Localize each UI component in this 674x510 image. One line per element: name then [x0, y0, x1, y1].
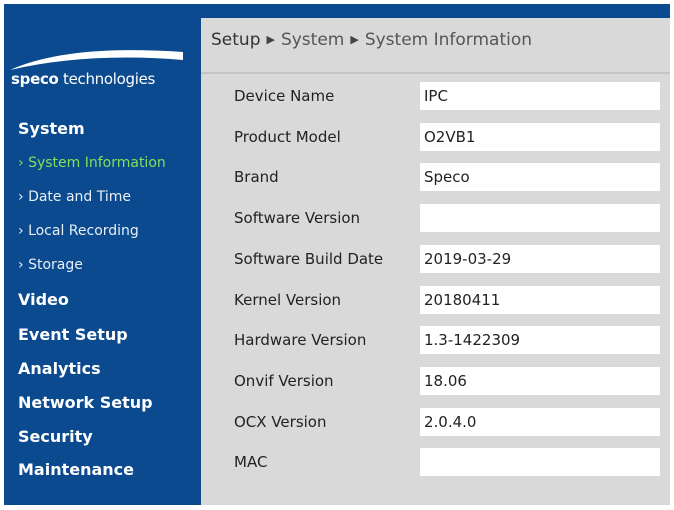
logo-swoosh-icon: [10, 50, 183, 70]
breadcrumb-system[interactable]: System: [281, 30, 344, 50]
field-row: MAC: [201, 448, 670, 477]
nav-date-and-time[interactable]: › Date and Time: [18, 189, 131, 205]
field-row: Product Model O2VB1: [201, 122, 670, 151]
nav-video[interactable]: Video: [18, 290, 69, 309]
field-row: Onvif Version 18.06: [201, 366, 670, 395]
nav-system[interactable]: System: [18, 119, 85, 138]
field-row: Kernel Version 20180411: [201, 285, 670, 314]
nav-local-recording[interactable]: › Local Recording: [18, 223, 139, 239]
breadcrumb: Setup ▶ System ▶ System Information: [211, 30, 532, 50]
field-row: Software Build Date 2019-03-29: [201, 244, 670, 273]
divider: [201, 72, 670, 74]
content-panel: Setup ▶ System ▶ System Information Device N…: [201, 18, 670, 505]
logo-brand-rest: technologies: [58, 70, 156, 88]
hardware-version-field[interactable]: 1.3-1422309: [420, 326, 660, 355]
nav-analytics[interactable]: Analytics: [18, 359, 101, 378]
brand-label: Brand: [234, 168, 279, 187]
nav-storage[interactable]: › Storage: [18, 257, 83, 273]
field-row: Brand Speco: [201, 163, 670, 192]
breadcrumb-arrow-icon: ▶: [266, 33, 275, 46]
nav-label: Storage: [28, 257, 83, 273]
nav-maintenance[interactable]: Maintenance: [18, 460, 134, 479]
field-row: Hardware Version 1.3-1422309: [201, 326, 670, 355]
logo-brand-bold: speco: [11, 70, 59, 88]
top-bar: [4, 4, 670, 18]
breadcrumb-setup[interactable]: Setup: [211, 30, 260, 50]
speco-logo: speco technologies: [8, 38, 188, 98]
product-model-label: Product Model: [234, 127, 341, 146]
mac-field[interactable]: [420, 448, 660, 477]
hardware-version-label: Hardware Version: [234, 331, 367, 350]
nav-label: Date and Time: [28, 189, 132, 205]
sidebar: speco technologies System › System Infor…: [4, 18, 201, 505]
onvif-version-field[interactable]: 18.06: [420, 366, 660, 395]
breadcrumb-arrow-icon: ▶: [350, 33, 359, 46]
ocx-version-label: OCX Version: [234, 412, 327, 431]
brand-field[interactable]: Speco: [420, 163, 660, 192]
device-name-field[interactable]: IPC: [420, 82, 660, 110]
field-row: OCX Version 2.0.4.0: [201, 407, 670, 436]
nav-security[interactable]: Security: [18, 427, 93, 446]
software-build-date-label: Software Build Date: [234, 249, 384, 268]
nav-label: Local Recording: [28, 223, 139, 239]
ocx-version-field[interactable]: 2.0.4.0: [420, 407, 660, 436]
breadcrumb-system-information: System Information: [364, 30, 533, 50]
nav-label: System Information: [28, 155, 166, 171]
product-model-field[interactable]: O2VB1: [420, 122, 660, 151]
nav-system-information[interactable]: › System Information: [18, 155, 166, 171]
nav-event-setup[interactable]: Event Setup: [18, 325, 128, 344]
field-row: Software Version: [201, 204, 670, 233]
nav-network-setup[interactable]: Network Setup: [18, 393, 153, 412]
mac-label: MAC: [234, 453, 268, 472]
onvif-version-label: Onvif Version: [234, 371, 334, 390]
field-row: Device Name IPC: [201, 82, 670, 110]
kernel-version-label: Kernel Version: [234, 290, 342, 309]
software-build-date-field[interactable]: 2019-03-29: [420, 244, 660, 273]
software-version-label: Software Version: [234, 209, 361, 228]
kernel-version-field[interactable]: 20180411: [420, 285, 660, 314]
software-version-field[interactable]: [420, 204, 660, 233]
device-name-label: Device Name: [234, 87, 335, 105]
